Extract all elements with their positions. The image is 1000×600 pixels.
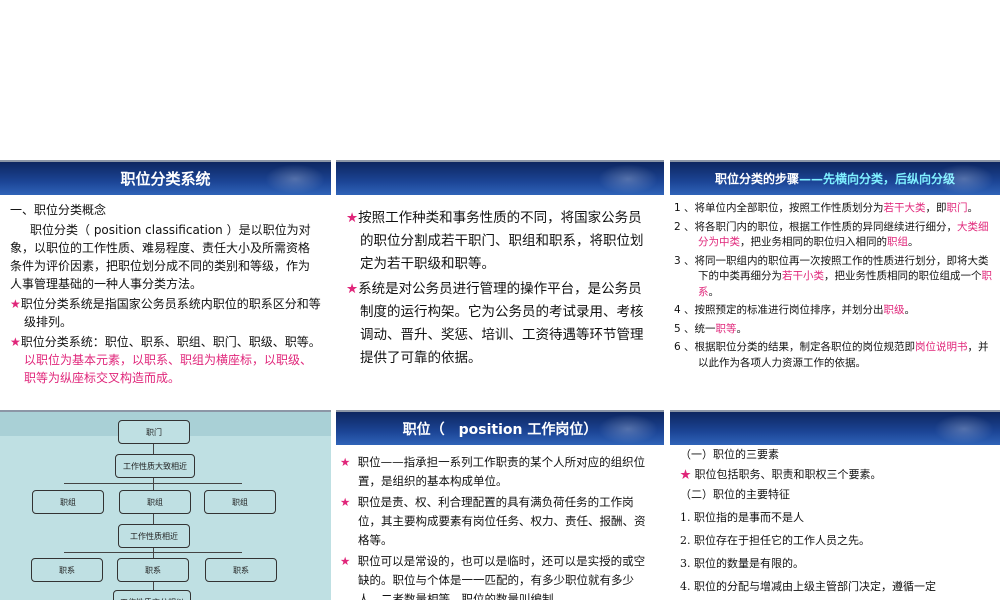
- list-item: 4. 职位的分配与增减由上级主管部门决定，遵循一定: [680, 580, 936, 593]
- heading: 一、职位分类概念: [10, 203, 107, 217]
- slide-title: 职位分类的步骤 ——先横向分类，后纵向分级: [670, 162, 1000, 195]
- list-item: 3. 职位的数量是有限的。: [680, 557, 804, 570]
- slide-header: [336, 162, 664, 195]
- step-text: 1 、将单位内全部职位，按照工作性质划分为: [674, 202, 884, 214]
- step-item: 2 、将各职门内的职位，根据工作性质的异同继续进行细分，大类细分为中类，把业务相…: [674, 220, 994, 251]
- list-item: 1. 职位指的是事而不是人: [680, 511, 804, 524]
- star-icon: ★: [10, 297, 21, 311]
- step-text: 职等: [715, 322, 737, 335]
- star-icon: ★: [346, 210, 359, 226]
- star-icon: ★: [346, 281, 359, 297]
- step-text: 职门: [946, 202, 968, 214]
- slide-3[interactable]: 职位分类的步骤 ——先横向分类，后纵向分级 1 、将单位内全部职位，按照工作性质划…: [670, 160, 1000, 402]
- chart-node: 职门: [118, 420, 190, 444]
- star-icon: ★: [680, 468, 691, 481]
- chart-node: 工作性质相近: [118, 524, 190, 548]
- chart-node: 职系: [31, 558, 103, 582]
- bullet: ★按照工作种类和事务性质的不同，将国家公务员的职位分割成若干职门、职组和职系，将…: [346, 210, 644, 272]
- slide-title: 职位（ position 工作岗位）: [336, 412, 664, 445]
- step-text: 若干大类: [883, 202, 926, 214]
- slide-header: [670, 412, 1000, 445]
- bullet: ★ 职位——指承担一系列工作职责的某个人所对应的组织位置，是组织的基本构成单位。: [340, 455, 646, 488]
- chart-node: 职系: [117, 558, 189, 582]
- paragraph: 职位分类（ position classification ）是以职位为对象，以…: [10, 223, 311, 291]
- chart-node: 工作性质充分相似: [113, 590, 191, 600]
- step-text: 职组: [887, 236, 908, 248]
- step-text: 6 、根据职位分类的结果，制定各职位的岗位规范即: [674, 341, 916, 353]
- step-item: 5 、统一职等。: [674, 322, 994, 338]
- step-item: 3 、将同一职组内的职位再一次按照工作的性质进行划分，即将大类下的中类再细分为若…: [674, 254, 994, 301]
- chart-node: 工作性质大致相近: [115, 454, 195, 478]
- chart-node: 职组: [119, 490, 191, 514]
- step-text: 4 、按照预定的标准进行岗位排序，并划分出: [674, 304, 884, 316]
- step-text: ，把业务相同的职位归入相同的: [740, 236, 887, 248]
- slide-title: 职位分类系统: [0, 162, 331, 195]
- chart-node: 职组: [32, 490, 104, 514]
- bullet: ★系统是对公务员进行管理的操作平台，是公务员制度的运行构架。它为公务员的考试录用…: [346, 281, 644, 366]
- star-icon: ★: [340, 554, 351, 568]
- step-text: 。: [967, 202, 979, 214]
- step-text: 。: [708, 285, 720, 298]
- step-text: 5 、统一: [674, 322, 716, 335]
- bullet: ★ 职位是责、权、利合理配置的具有满负荷任务的工作岗位，其主要构成要素有岗位任务…: [340, 495, 646, 547]
- star-icon: ★: [340, 495, 351, 509]
- star-icon: ★: [340, 455, 351, 469]
- step-text: 。: [736, 322, 748, 335]
- bullet: ★职位分类系统是指国家公务员系统内职位的职系区分和等级排列。: [10, 297, 321, 329]
- step-item: 6 、根据职位分类的结果，制定各职位的岗位规范即岗位说明书，并以此作为各项人力资…: [674, 340, 994, 371]
- list-item: 2. 职位存在于担任它的工作人员之先。: [680, 534, 870, 547]
- bullet: ★ 职位包括职务、职责和职权三个要素。: [680, 468, 882, 481]
- step-text: 2 、将各职门内的职位，根据工作性质的异同继续进行细分，: [674, 220, 958, 233]
- step-text: 。: [908, 236, 919, 248]
- bullet: ★ 职位可以是常设的，也可以是临时，还可以是实授的或空缺的。职位与个体是一一匹配…: [340, 554, 646, 600]
- step-text: ，即: [925, 202, 947, 214]
- heading: （一）职位的三要素: [680, 448, 779, 461]
- step-text: 若干小类: [782, 270, 824, 282]
- star-icon: ★: [10, 335, 21, 349]
- slide-6[interactable]: （一）职位的三要素 ★ 职位包括职务、职责和职权三个要素。 （二）职位的主要特征…: [670, 410, 1000, 600]
- step-text: ，把业务性质相同的职位组成一个: [824, 270, 982, 282]
- slide-5[interactable]: 职位（ position 工作岗位） ★ 职位——指承担一系列工作职责的某个人所…: [336, 410, 664, 600]
- step-item: 4 、按照预定的标准进行岗位排序，并划分出职级。: [674, 303, 994, 319]
- slide-2[interactable]: ★按照工作种类和事务性质的不同，将国家公务员的职位分割成若干职门、职组和职系，将…: [336, 160, 664, 402]
- chart-node: 职系: [205, 558, 277, 582]
- step-text: 职级: [883, 304, 905, 316]
- step-text: 。: [904, 304, 916, 316]
- heading: （二）职位的主要特征: [680, 488, 790, 501]
- chart-node: 职组: [204, 490, 276, 514]
- slide-1[interactable]: 职位分类系统 一、职位分类概念 职位分类（ position classific…: [0, 160, 331, 402]
- bullet: ★职位分类系统：职位、职系、职组、职门、职级、职等。以职位为基本元素，以职系、职…: [10, 335, 321, 385]
- step-text: 岗位说明书: [915, 341, 968, 353]
- slide-4-org-chart[interactable]: 职门 工作性质大致相近 职组 职组 职组 工作性质相近 职系 职系 职系 工作性…: [0, 410, 331, 600]
- step-item: 1 、将单位内全部职位，按照工作性质划分为若干大类，即职门。: [674, 201, 994, 217]
